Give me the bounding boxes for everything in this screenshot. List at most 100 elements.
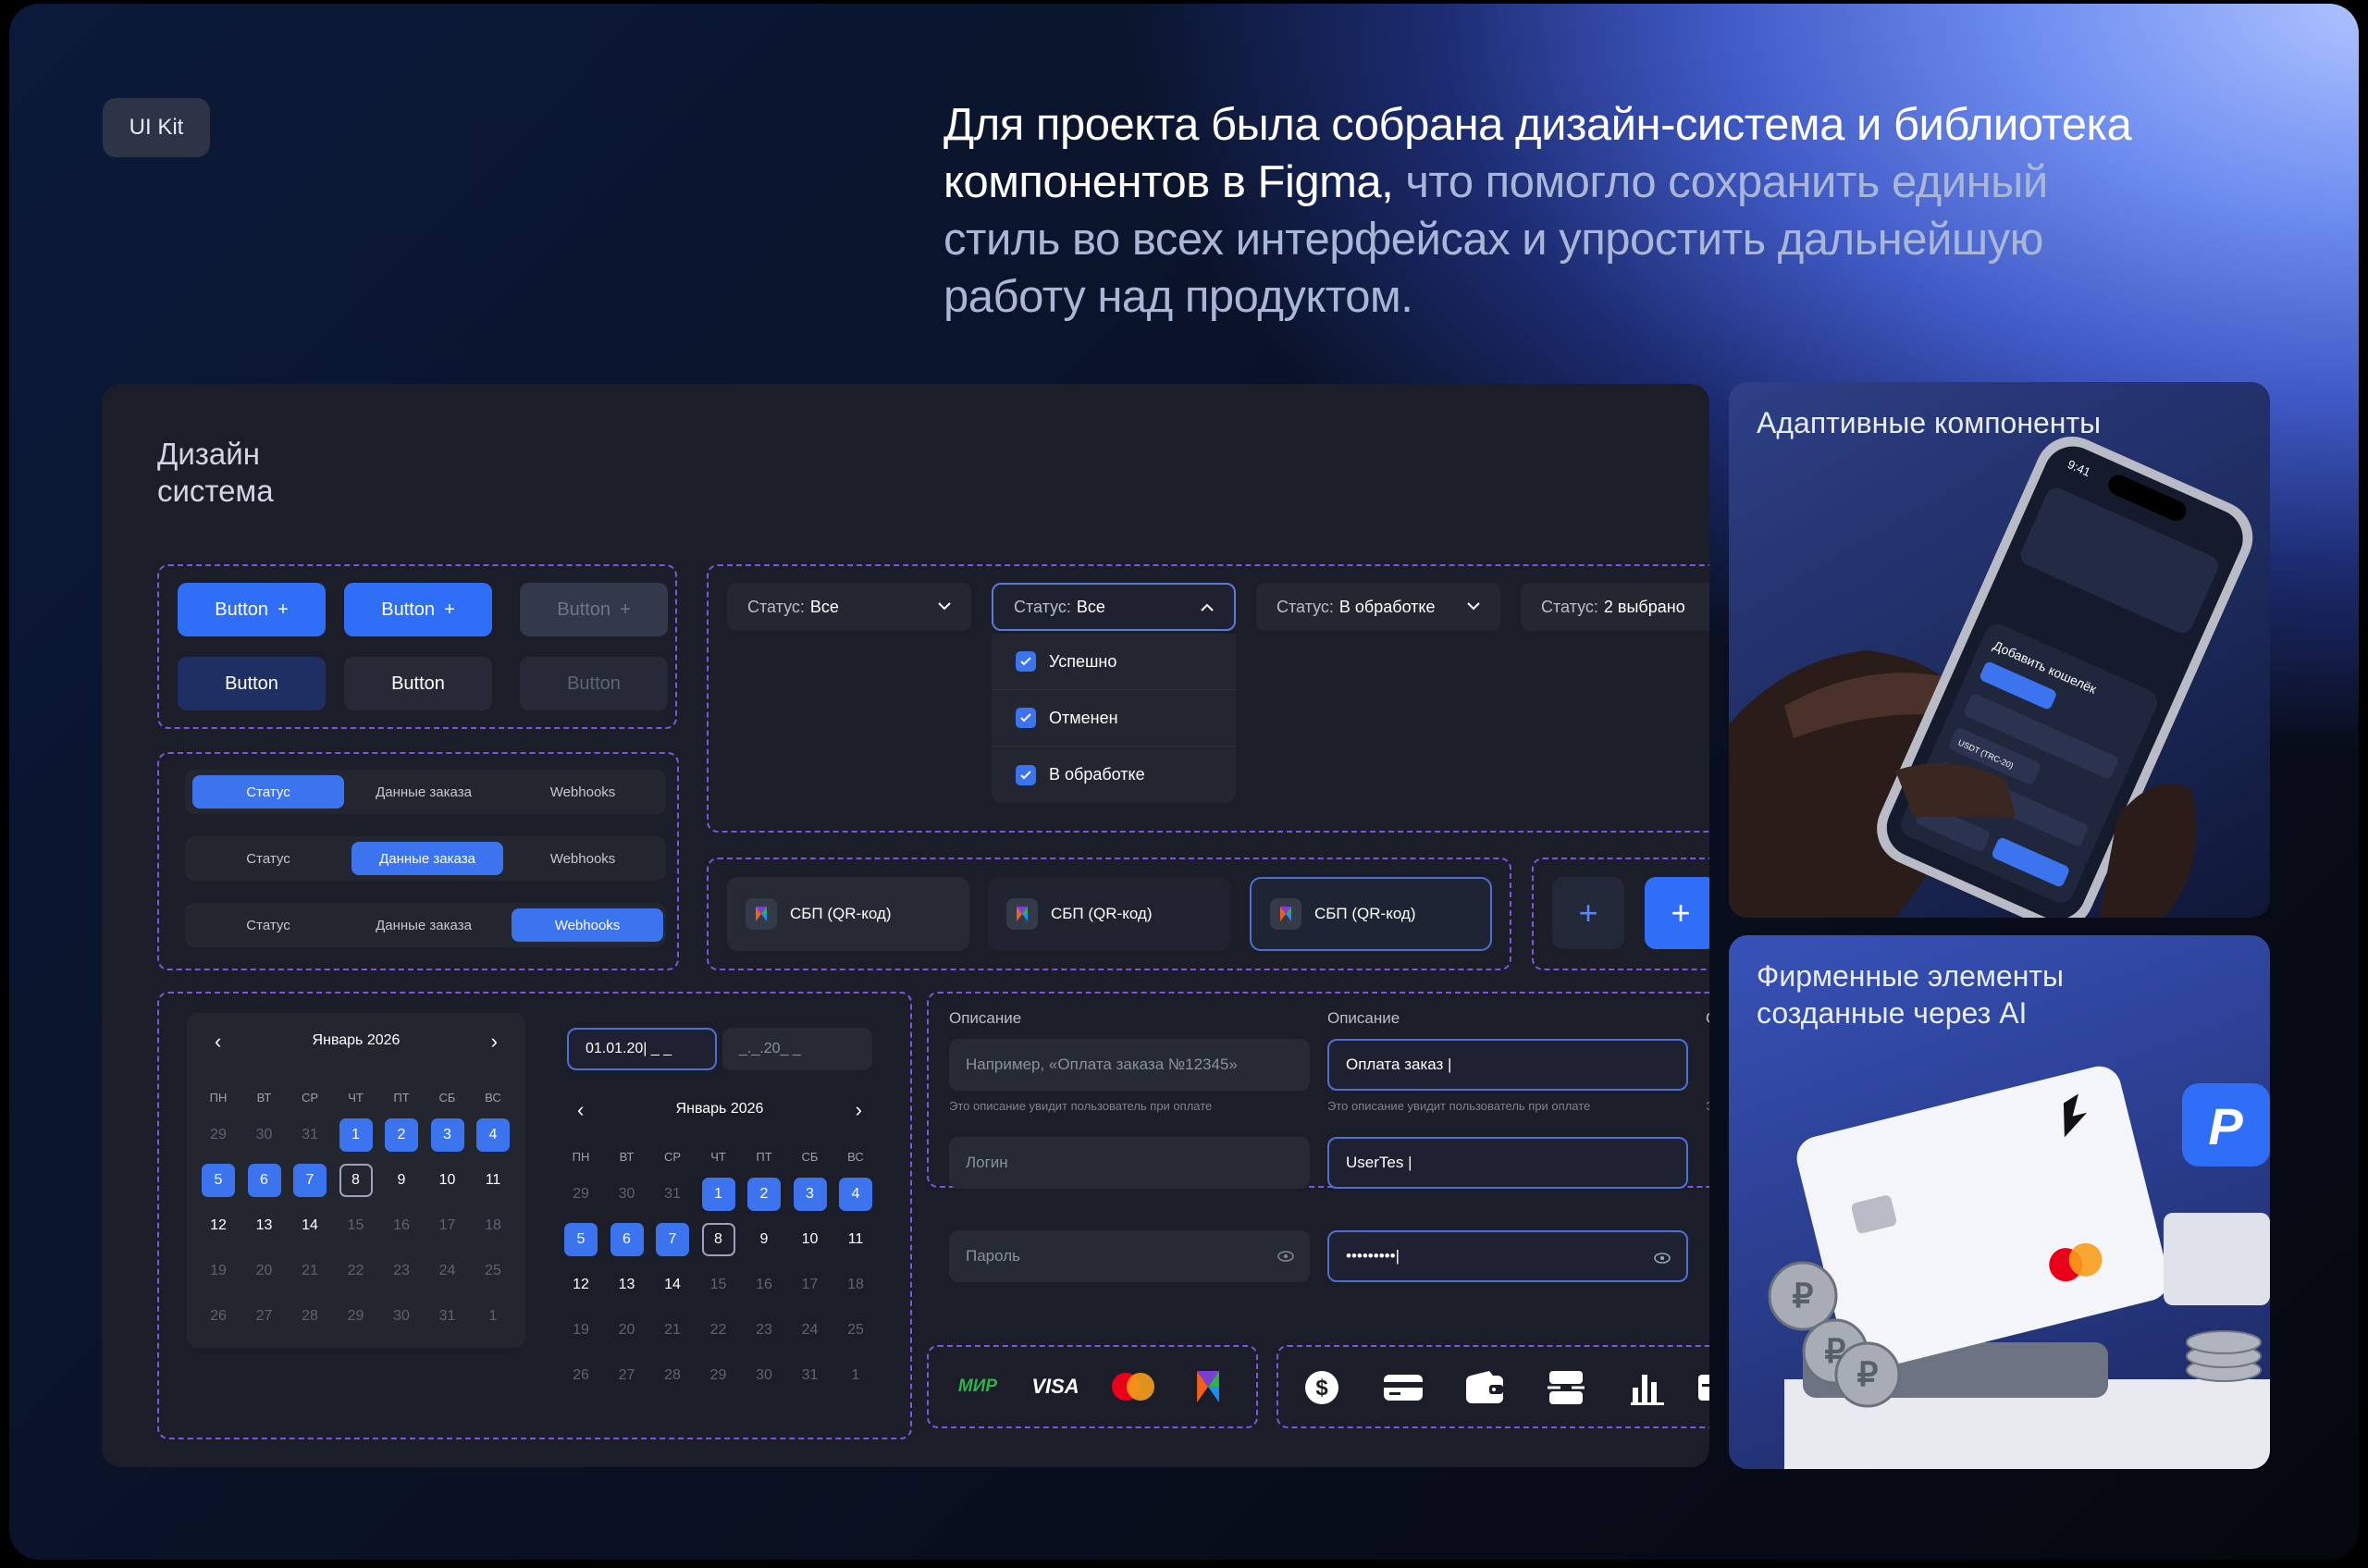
calendar-day[interactable]: 15 xyxy=(339,1209,373,1242)
calendar-day[interactable]: 12 xyxy=(564,1268,598,1302)
primary-button[interactable]: Button + xyxy=(178,583,326,636)
eye-icon[interactable] xyxy=(1276,1247,1295,1266)
calendar-day[interactable]: 31 xyxy=(656,1178,689,1211)
status-dropdown-processing[interactable]: Статус: В обработке xyxy=(1256,583,1500,631)
status-dropdown-multi[interactable]: Статус: 2 выбрано xyxy=(1521,583,1709,631)
calendar-day[interactable]: 1 xyxy=(701,1178,735,1211)
checkbox-checked-icon[interactable] xyxy=(1016,764,1036,785)
calendar-day[interactable]: 4 xyxy=(839,1178,872,1211)
calendar-day[interactable]: 2 xyxy=(385,1118,418,1152)
password-input-active[interactable]: •••••••••| xyxy=(1327,1230,1688,1282)
calendar-day[interactable]: 23 xyxy=(385,1254,418,1288)
calendar-day[interactable]: 31 xyxy=(293,1118,327,1152)
calendar-day[interactable]: 6 xyxy=(247,1164,281,1197)
tab-order-data[interactable]: Данные заказа xyxy=(352,842,503,875)
tab-status[interactable]: Статус xyxy=(192,842,344,875)
calendar-day[interactable]: 10 xyxy=(431,1164,464,1197)
menu-item-processing[interactable]: В обработке xyxy=(992,747,1236,803)
calendar-day[interactable]: 22 xyxy=(702,1314,735,1347)
calendar-day[interactable]: 17 xyxy=(431,1209,464,1242)
sbp-payment-chip-selected[interactable]: СБП (QR-код) xyxy=(1250,877,1492,951)
menu-item-cancelled[interactable]: Отменен xyxy=(992,690,1236,747)
calendar-day[interactable]: 1 xyxy=(339,1118,373,1152)
calendar-day[interactable]: 5 xyxy=(202,1164,235,1197)
chevron-left-icon[interactable]: ‹ xyxy=(577,1098,584,1122)
password-input[interactable]: Пароль xyxy=(949,1230,1310,1282)
calendar-day[interactable]: 11 xyxy=(839,1223,872,1256)
calendar-day[interactable]: 23 xyxy=(747,1314,781,1347)
calendar-day[interactable]: 31 xyxy=(794,1359,827,1392)
calendar-day[interactable]: 25 xyxy=(839,1314,872,1347)
calendar-day[interactable]: 16 xyxy=(385,1209,418,1242)
calendar-day[interactable]: 24 xyxy=(794,1314,827,1347)
eye-icon[interactable] xyxy=(1653,1249,1671,1267)
tab-order-data[interactable]: Данные заказа xyxy=(348,908,500,942)
menu-item-success[interactable]: Успешно xyxy=(992,634,1236,690)
calendar-day[interactable]: 18 xyxy=(839,1268,872,1302)
calendar-day[interactable]: 7 xyxy=(656,1223,689,1256)
calendar-day[interactable]: 29 xyxy=(702,1359,735,1392)
calendar-day[interactable]: 9 xyxy=(747,1223,781,1256)
calendar-day[interactable]: 19 xyxy=(564,1314,598,1347)
sbp-payment-chip[interactable]: СБП (QR-код) xyxy=(727,877,969,951)
calendar-day[interactable]: 1 xyxy=(476,1300,510,1333)
calendar-day[interactable]: 8 xyxy=(701,1223,735,1256)
calendar-day[interactable]: 20 xyxy=(610,1314,644,1347)
calendar-day[interactable]: 1 xyxy=(839,1359,872,1392)
calendar-day[interactable]: 21 xyxy=(656,1314,689,1347)
ghost-button[interactable]: Button xyxy=(344,657,492,710)
calendar-day[interactable]: 2 xyxy=(747,1178,781,1211)
calendar-day[interactable]: 21 xyxy=(293,1254,327,1288)
calendar-day[interactable]: 28 xyxy=(656,1359,689,1392)
calendar-day[interactable]: 30 xyxy=(610,1178,644,1211)
calendar-day[interactable]: 27 xyxy=(610,1359,644,1392)
calendar-day[interactable]: 30 xyxy=(385,1300,418,1333)
calendar-day[interactable]: 6 xyxy=(610,1223,644,1256)
status-dropdown[interactable]: Статус: Все xyxy=(727,583,971,631)
chevron-left-icon[interactable]: ‹ xyxy=(215,1030,221,1054)
calendar-day[interactable]: 30 xyxy=(248,1118,281,1152)
calendar-day[interactable]: 10 xyxy=(794,1223,827,1256)
add-icon-button-dark[interactable]: + xyxy=(1552,877,1624,949)
primary-button-hover[interactable]: Button + xyxy=(344,583,492,636)
calendar-day[interactable]: 24 xyxy=(431,1254,464,1288)
calendar-day[interactable]: 9 xyxy=(385,1164,418,1197)
tab-status[interactable]: Статус xyxy=(192,908,344,942)
calendar-day[interactable]: 25 xyxy=(476,1254,510,1288)
calendar-day[interactable]: 15 xyxy=(702,1268,735,1302)
tab-webhooks[interactable]: Webhooks xyxy=(507,775,659,809)
calendar-day[interactable]: 7 xyxy=(293,1164,327,1197)
calendar-day[interactable]: 31 xyxy=(431,1300,464,1333)
calendar-day[interactable]: 14 xyxy=(656,1268,689,1302)
login-input[interactable]: Логин xyxy=(949,1137,1310,1189)
tab-webhooks[interactable]: Webhooks xyxy=(512,908,663,942)
status-dropdown-open[interactable]: Статус: Все xyxy=(992,583,1236,631)
tab-webhooks[interactable]: Webhooks xyxy=(507,842,659,875)
chevron-right-icon[interactable]: › xyxy=(491,1030,498,1054)
sbp-payment-chip-hover[interactable]: СБП (QR-код) xyxy=(988,877,1230,951)
secondary-button[interactable]: Button xyxy=(178,657,326,710)
checkbox-checked-icon[interactable] xyxy=(1016,708,1036,728)
calendar-day[interactable]: 17 xyxy=(794,1268,827,1302)
calendar-day[interactable]: 5 xyxy=(564,1223,598,1256)
calendar-day[interactable]: 8 xyxy=(339,1164,373,1197)
calendar-day[interactable]: 12 xyxy=(202,1209,235,1242)
calendar-day[interactable]: 26 xyxy=(202,1300,235,1333)
calendar-day[interactable]: 14 xyxy=(293,1209,327,1242)
calendar-day[interactable]: 29 xyxy=(202,1118,235,1152)
calendar-day[interactable]: 29 xyxy=(339,1300,373,1333)
calendar-day[interactable]: 26 xyxy=(564,1359,598,1392)
calendar-day[interactable]: 29 xyxy=(564,1178,598,1211)
calendar-day[interactable]: 30 xyxy=(747,1359,781,1392)
calendar-day[interactable]: 27 xyxy=(248,1300,281,1333)
calendar-day[interactable]: 18 xyxy=(476,1209,510,1242)
calendar-day[interactable]: 20 xyxy=(248,1254,281,1288)
calendar-day[interactable]: 28 xyxy=(293,1300,327,1333)
description-input-active[interactable]: Оплата заказ | xyxy=(1327,1039,1688,1091)
tab-status[interactable]: Статус xyxy=(192,775,344,809)
login-input-active[interactable]: UserTes | xyxy=(1327,1137,1688,1189)
checkbox-checked-icon[interactable] xyxy=(1016,651,1036,672)
calendar-day[interactable]: 11 xyxy=(476,1164,510,1197)
chevron-right-icon[interactable]: › xyxy=(856,1098,862,1122)
description-input[interactable]: Например, «Оплата заказа №12345» xyxy=(949,1039,1310,1091)
